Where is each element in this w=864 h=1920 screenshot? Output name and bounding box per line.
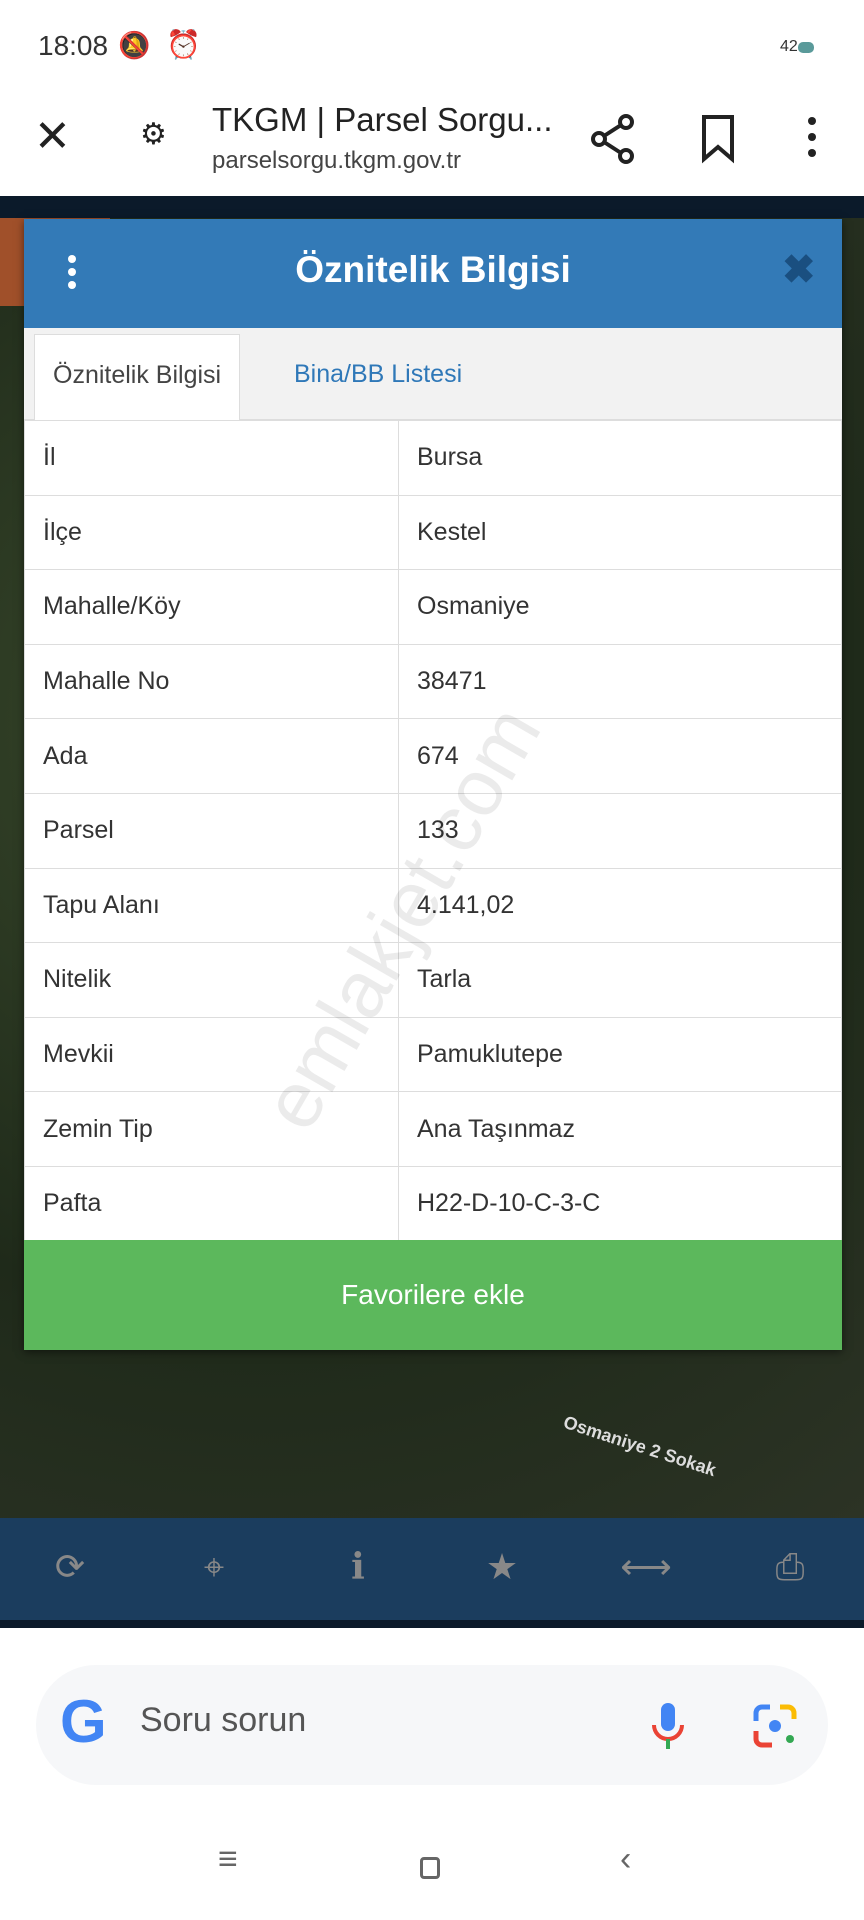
attribute-key: Mahalle/Köy: [24, 569, 399, 645]
attribute-value: Pamuklutepe: [398, 1016, 842, 1093]
status-time: 18:08: [38, 30, 109, 61]
print-icon[interactable]: ⎙: [760, 1546, 820, 1589]
info-icon[interactable]: i: [328, 1546, 388, 1588]
attribute-key: Ada: [24, 718, 399, 794]
back-icon[interactable]: ‹: [620, 1840, 631, 1879]
table-row: Zemin Tip Ana Taşınmaz: [24, 1091, 842, 1167]
table-row: Pafta H22-D-10-C-3-C: [24, 1165, 842, 1242]
table-row: Mahalle No 38471: [24, 643, 842, 720]
google-lens-icon[interactable]: [752, 1703, 798, 1749]
table-row: Mevkii Pamuklutepe: [24, 1016, 842, 1093]
attribute-value: Tarla: [398, 942, 842, 1018]
share-icon[interactable]: [590, 113, 636, 165]
battery-level: 42: [780, 38, 798, 55]
browser-toolbar: ✕ ⚙ TKGM | Parsel Sorgu... parselsorgu.t…: [0, 95, 864, 196]
attribute-key: İlçe: [24, 494, 399, 571]
attribute-value: Bursa: [398, 420, 842, 496]
page-title: TKGM | Parsel Sorgu...: [212, 101, 553, 138]
map-top-bar: [0, 196, 864, 218]
attribute-value: Osmaniye: [398, 569, 842, 645]
attribute-key: Mahalle No: [24, 643, 399, 720]
refresh-icon[interactable]: ⟳: [40, 1546, 100, 1588]
table-row: İlçe Kestel: [24, 494, 842, 571]
measure-icon[interactable]: ⟷: [616, 1546, 676, 1588]
more-options-icon[interactable]: [808, 117, 816, 157]
attribute-key: Parsel: [24, 792, 399, 869]
table-row: İl Bursa: [24, 420, 842, 496]
tab-attribute-info[interactable]: Öznitelik Bilgisi: [34, 334, 241, 420]
star-icon[interactable]: ★: [472, 1546, 532, 1588]
attribute-key: Pafta: [24, 1165, 399, 1242]
attribute-value: Ana Taşınmaz: [398, 1091, 842, 1167]
close-icon[interactable]: ✖: [782, 247, 816, 293]
google-logo-icon: G: [60, 1688, 107, 1755]
google-search-bar[interactable]: G Soru sorun: [36, 1665, 828, 1785]
map-toolbar: ⟳ ⌖ i ★ ⟷ ⎙: [0, 1518, 864, 1628]
attribute-value: 38471: [398, 643, 842, 720]
battery-icon: [798, 42, 814, 53]
tab-building-list[interactable]: Bina/BB Listesi: [276, 334, 480, 420]
add-favorite-button[interactable]: Favorilere ekle: [24, 1240, 842, 1350]
road-label: Osmaniye 2 Sokak: [560, 1411, 719, 1481]
search-input[interactable]: Soru sorun: [140, 1701, 306, 1740]
modal-header: Öznitelik Bilgisi ✖: [24, 219, 842, 328]
attribute-value: H22-D-10-C-3-C: [398, 1165, 842, 1242]
locate-icon[interactable]: ⌖: [184, 1546, 244, 1589]
page-url[interactable]: parselsorgu.tkgm.gov.tr: [212, 147, 461, 175]
modal-title: Öznitelik Bilgisi: [295, 249, 571, 290]
attribute-key: İl: [24, 420, 399, 496]
mute-icon: 🔕: [118, 30, 151, 60]
home-icon[interactable]: [420, 1857, 440, 1879]
attribute-value: Kestel: [398, 494, 842, 571]
alarm-icon: ⏰: [166, 29, 201, 60]
recent-apps-icon[interactable]: ≡: [218, 1840, 238, 1879]
attribute-info-modal: Öznitelik Bilgisi ✖ Öznitelik Bilgisi Bi…: [24, 219, 842, 1350]
close-icon[interactable]: ✕: [34, 111, 71, 162]
site-settings-icon[interactable]: ⚙: [140, 117, 167, 152]
tab-bar: Öznitelik Bilgisi Bina/BB Listesi: [24, 328, 842, 420]
bookmark-icon[interactable]: [700, 113, 736, 165]
status-bar: 18:08 🔕 ⏰ 42: [0, 0, 864, 95]
table-row: Mahalle/Köy Osmaniye: [24, 569, 842, 645]
microphone-icon[interactable]: [650, 1701, 686, 1751]
